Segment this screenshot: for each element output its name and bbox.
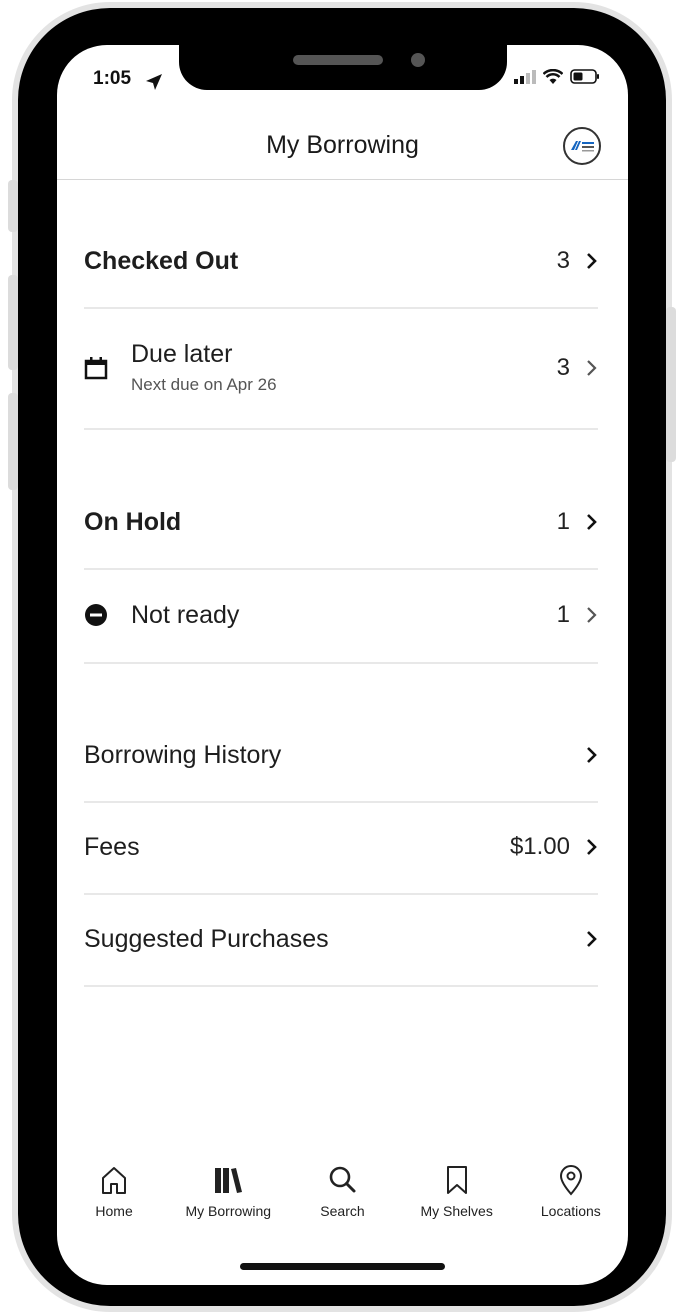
power-button bbox=[666, 307, 676, 462]
checked-out-row[interactable]: Checked Out 3 bbox=[84, 215, 598, 309]
status-time: 1:05 bbox=[93, 68, 132, 89]
library-account-button[interactable] bbox=[563, 127, 601, 165]
home-indicator bbox=[240, 1263, 445, 1270]
bookmark-icon bbox=[446, 1166, 467, 1194]
minus-circle-icon bbox=[85, 604, 107, 626]
tab-search-label: Search bbox=[320, 1203, 365, 1219]
chevron-right-icon bbox=[587, 931, 597, 947]
not-ready-row[interactable]: Not ready 1 bbox=[84, 568, 598, 664]
on-hold-label: On Hold bbox=[84, 507, 182, 536]
location-pin-icon bbox=[559, 1165, 582, 1196]
next-due-date: Next due on Apr 26 bbox=[131, 375, 277, 394]
checked-out-label: Checked Out bbox=[84, 246, 239, 275]
search-icon bbox=[330, 1166, 356, 1193]
tab-my-borrowing-label: My Borrowing bbox=[185, 1203, 272, 1219]
tab-search[interactable]: Search bbox=[287, 1163, 397, 1233]
status-icons bbox=[514, 69, 600, 84]
tab-my-shelves[interactable]: My Shelves bbox=[402, 1163, 512, 1233]
borrowing-history-label: Borrowing History bbox=[84, 740, 282, 769]
tab-locations[interactable]: Locations bbox=[516, 1163, 626, 1233]
tab-bar: Home My Borrowing Search My Shelves Loca… bbox=[57, 1163, 628, 1233]
due-later-count: 3 bbox=[556, 353, 570, 381]
due-later-row[interactable]: Due later Next due on Apr 26 3 bbox=[84, 307, 598, 430]
fees-label: Fees bbox=[84, 832, 140, 861]
silent-switch bbox=[8, 180, 18, 232]
chevron-right-icon bbox=[587, 607, 597, 623]
chevron-right-icon bbox=[587, 839, 597, 855]
books-icon bbox=[215, 1168, 243, 1193]
not-ready-label: Not ready bbox=[131, 600, 240, 629]
calendar-icon bbox=[84, 356, 108, 379]
chevron-right-icon bbox=[587, 747, 597, 763]
checked-out-count: 3 bbox=[556, 247, 570, 274]
volume-up-button bbox=[8, 275, 18, 370]
not-ready-count: 1 bbox=[556, 601, 570, 628]
cellular-signal-icon bbox=[514, 70, 536, 84]
on-hold-row[interactable]: On Hold 1 bbox=[84, 476, 598, 570]
tab-home[interactable]: Home bbox=[59, 1163, 169, 1233]
suggested-purchases-row[interactable]: Suggested Purchases bbox=[84, 893, 598, 987]
speaker bbox=[293, 55, 383, 65]
location-arrow-icon bbox=[146, 74, 162, 90]
tab-home-label: Home bbox=[95, 1203, 133, 1219]
front-camera bbox=[411, 53, 425, 67]
chevron-right-icon bbox=[587, 359, 597, 376]
chevron-right-icon bbox=[587, 253, 597, 269]
home-icon bbox=[102, 1167, 127, 1194]
tab-my-shelves-label: My Shelves bbox=[420, 1203, 493, 1219]
suggested-purchases-label: Suggested Purchases bbox=[84, 924, 329, 953]
library-logo-icon bbox=[571, 141, 594, 152]
battery-icon bbox=[570, 69, 599, 84]
volume-down-button bbox=[8, 393, 18, 490]
chevron-right-icon bbox=[587, 514, 597, 530]
tab-my-borrowing[interactable]: My Borrowing bbox=[173, 1163, 283, 1233]
tab-locations-label: Locations bbox=[540, 1203, 601, 1219]
screen: 1:05 My Borrowing Checked Out 3 Due late… bbox=[57, 45, 628, 1285]
nav-bar: My Borrowing bbox=[57, 109, 628, 180]
due-later-label: Due later bbox=[131, 340, 233, 368]
notch bbox=[179, 45, 507, 90]
wifi-icon bbox=[543, 69, 563, 84]
on-hold-count: 1 bbox=[556, 508, 570, 535]
borrowing-history-row[interactable]: Borrowing History bbox=[84, 709, 598, 803]
fees-row[interactable]: Fees $1.00 bbox=[84, 801, 598, 895]
page-title: My Borrowing bbox=[266, 131, 419, 159]
fees-amount: $1.00 bbox=[509, 833, 570, 860]
